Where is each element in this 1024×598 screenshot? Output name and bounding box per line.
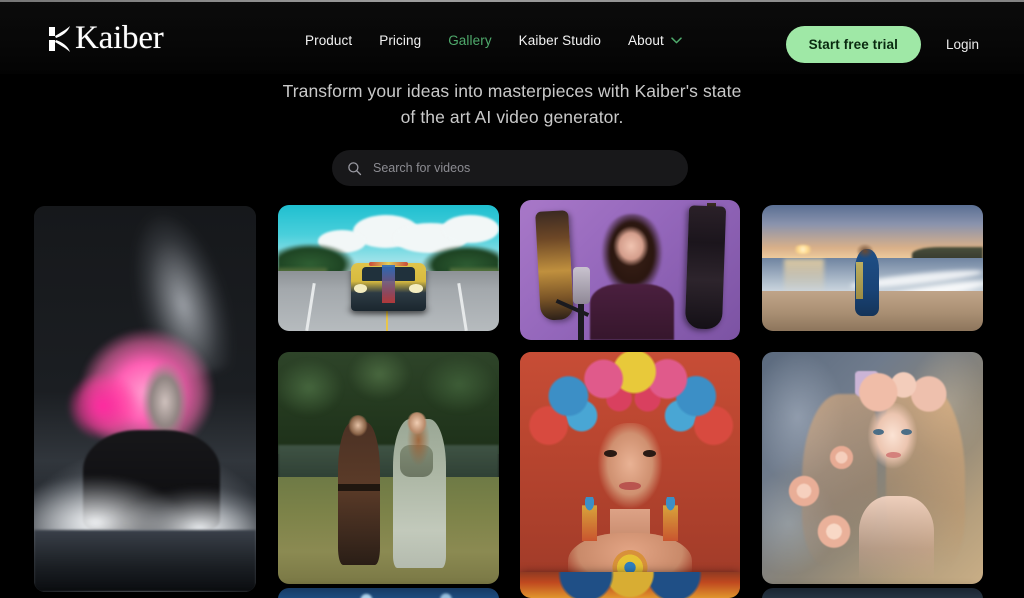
gallery-card[interactable]	[762, 352, 983, 584]
gallery-card[interactable]	[520, 352, 740, 597]
nav-item-product[interactable]: Product	[305, 33, 352, 48]
start-free-trial-button[interactable]: Start free trial	[785, 26, 921, 63]
nav-item-gallery[interactable]: Gallery	[448, 33, 491, 48]
brand-name: Kaiber	[75, 20, 164, 56]
gallery-card[interactable]	[278, 205, 499, 331]
gallery-card-thumbnail	[520, 352, 740, 597]
nav-item-pricing[interactable]: Pricing	[379, 33, 421, 48]
header-actions: Start free trial Login	[785, 26, 979, 63]
hero-title: Transform your ideas into masterpieces w…	[282, 81, 742, 127]
search-bar[interactable]	[332, 150, 688, 186]
gallery-card-thumbnail	[278, 205, 499, 331]
hero-section: Transform your ideas into masterpieces w…	[0, 78, 1024, 130]
gallery-card[interactable]	[520, 200, 740, 340]
gallery-card[interactable]	[278, 352, 499, 584]
gallery-card[interactable]	[34, 206, 256, 592]
gallery-card-thumbnail	[278, 352, 499, 584]
page-root: Kaiber Product Pricing Gallery Kaiber St…	[0, 0, 1024, 598]
gallery-card[interactable]	[520, 572, 740, 598]
gallery-card-thumbnail	[34, 206, 256, 592]
nav-item-about[interactable]: About	[628, 33, 682, 48]
gallery-card-thumbnail	[762, 352, 983, 584]
gallery-card[interactable]	[278, 588, 499, 598]
main-navigation: Product Pricing Gallery Kaiber Studio Ab…	[305, 33, 682, 48]
search-icon	[348, 161, 362, 175]
nav-item-kaiber-studio[interactable]: Kaiber Studio	[519, 33, 601, 48]
video-gallery-grid	[0, 200, 1024, 598]
gallery-card-thumbnail	[520, 200, 740, 340]
nav-item-about-label[interactable]: About	[628, 33, 664, 48]
search-box[interactable]	[332, 150, 688, 186]
login-link[interactable]: Login	[946, 37, 979, 52]
gallery-card[interactable]	[762, 588, 983, 598]
search-input[interactable]	[373, 161, 673, 175]
site-header: Kaiber Product Pricing Gallery Kaiber St…	[0, 2, 1024, 74]
gallery-card-thumbnail	[762, 205, 983, 331]
brand-logo[interactable]: Kaiber	[47, 22, 164, 55]
chevron-down-icon	[671, 37, 682, 44]
gallery-card[interactable]	[762, 205, 983, 331]
kaiber-k-mark-icon	[49, 25, 70, 52]
window-top-edge	[0, 0, 1024, 2]
